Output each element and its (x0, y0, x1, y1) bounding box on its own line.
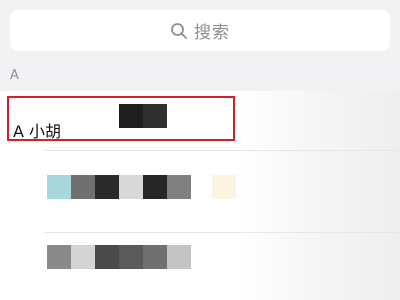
search-input[interactable]: 搜索 (10, 10, 390, 51)
redacted-contact-row[interactable] (47, 245, 191, 269)
search-placeholder: 搜索 (194, 23, 230, 43)
redacted-block (119, 175, 143, 199)
redacted-block (143, 175, 167, 199)
redacted-contact-row[interactable] (47, 175, 191, 199)
contact-name: A 小胡 (13, 122, 62, 141)
redacted-block (71, 175, 95, 199)
redacted-block (47, 245, 71, 269)
contact-row-highlighted[interactable]: A 小胡 (7, 96, 235, 141)
redacted-block (143, 245, 167, 269)
search-icon (170, 22, 188, 40)
redacted-block (119, 245, 143, 269)
search-bar-container: 搜索 (0, 0, 400, 62)
redacted-block (212, 175, 236, 199)
redacted-block (71, 245, 95, 269)
redacted-block (95, 175, 119, 199)
redacted-block (167, 175, 191, 199)
redacted-block (47, 175, 71, 199)
section-letter: A (10, 68, 19, 83)
list-divider (45, 232, 400, 233)
redacted-block (95, 245, 119, 269)
section-header-a: A (0, 64, 400, 90)
redacted-block (167, 245, 191, 269)
list-divider (45, 150, 400, 151)
redacted-avatar (119, 104, 167, 128)
